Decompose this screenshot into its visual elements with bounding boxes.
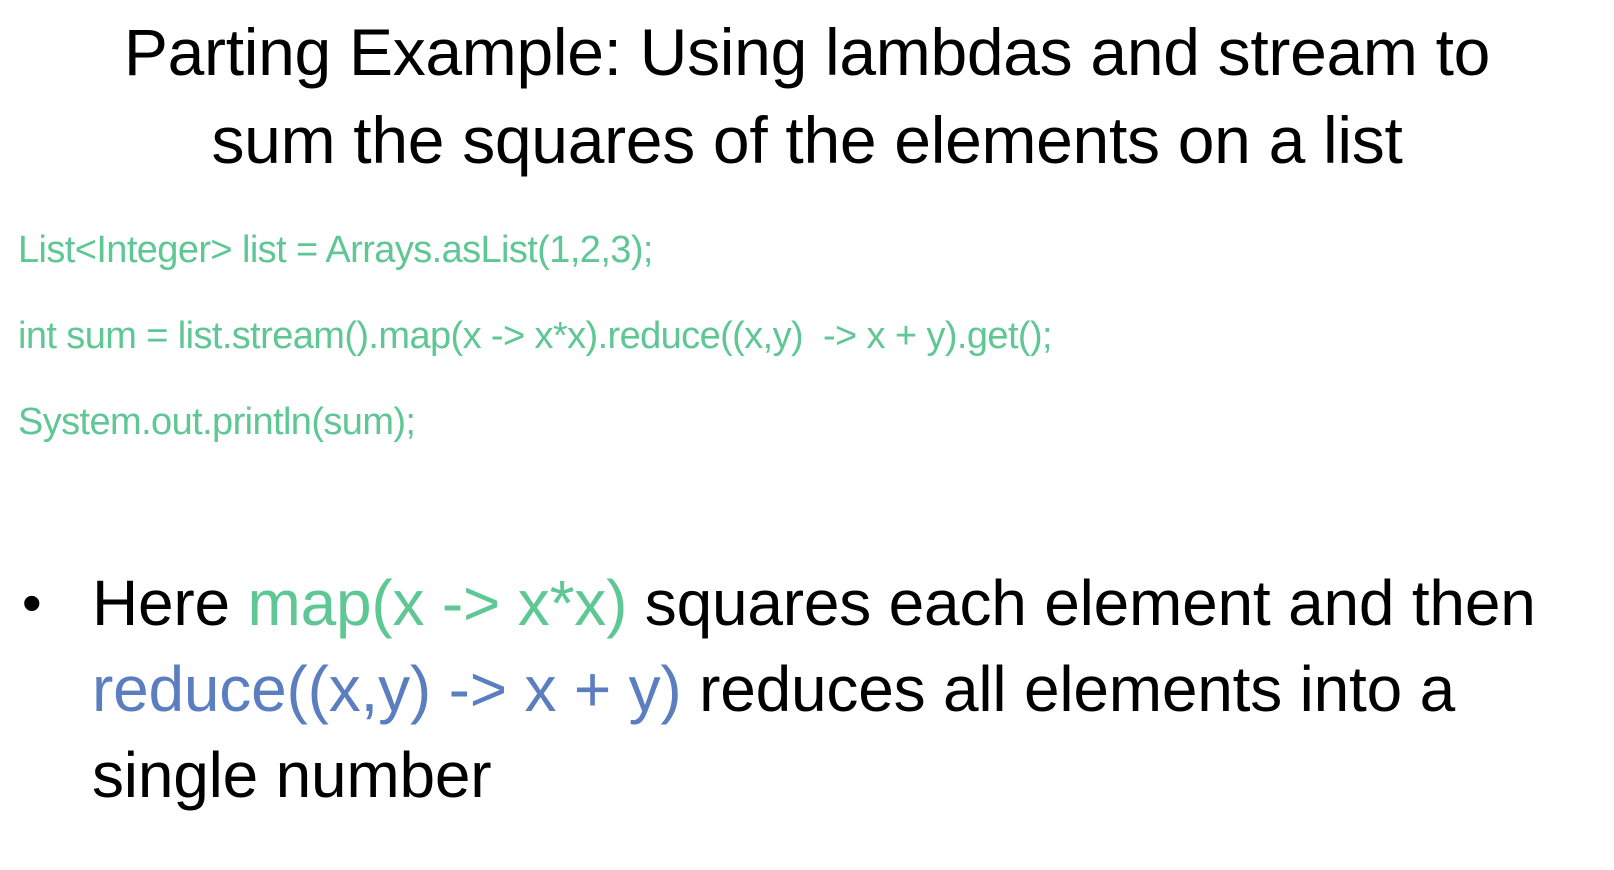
slide-title: Parting Example: Using lambdas and strea… xyxy=(0,8,1614,184)
bullet-marker: • xyxy=(22,571,42,634)
slide: Parting Example: Using lambdas and strea… xyxy=(0,0,1614,870)
bullet-list: • Here map(x -> x*x) squares each elemen… xyxy=(22,560,1582,818)
code-line-1: List<Integer> list = Arrays.asList(1,2,3… xyxy=(18,229,653,271)
slide-title-line-1: Parting Example: Using lambdas and strea… xyxy=(123,15,1491,89)
reduce-expression: reduce((x,y) -> x + y) xyxy=(92,653,682,725)
code-line-3: System.out.println(sum); xyxy=(18,401,416,443)
slide-title-line-2: sum the squares of the elements on a lis… xyxy=(211,103,1403,177)
code-block: List<Integer> list = Arrays.asList(1,2,3… xyxy=(18,222,1053,480)
code-line-2: int sum = list.stream().map(x -> x*x).re… xyxy=(18,315,1053,357)
bullet-text-intro: Here xyxy=(92,567,248,639)
map-expression: map(x -> x*x) xyxy=(247,567,628,639)
bullet-text-middle: squares each element and then xyxy=(627,567,1536,639)
bullet-item: • Here map(x -> x*x) squares each elemen… xyxy=(22,560,1582,818)
